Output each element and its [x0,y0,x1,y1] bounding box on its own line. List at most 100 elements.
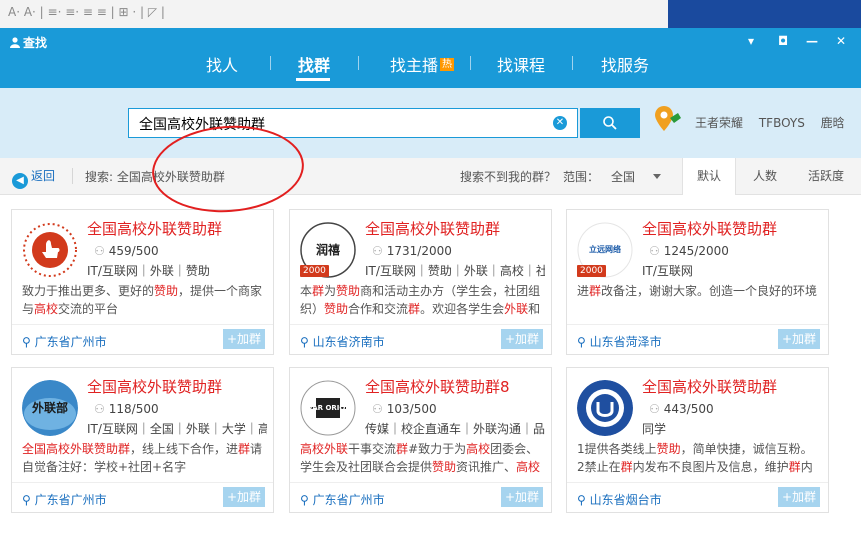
group-description: 进群改备注，谢谢大家。创造一个良好的环境 [577,282,822,318]
group-name[interactable]: 全国高校外联赞助群 [87,218,222,239]
member-count: ⚇ 459/500 [94,244,159,258]
member-count-value: 459/500 [108,244,159,258]
card-footer: ⚲ 山东省菏泽市 +加群 [567,324,828,355]
chevron-down-icon [653,174,662,179]
group-location[interactable]: ⚲ 山东省菏泽市 [577,333,662,350]
sort-tab-members[interactable]: 人数 [740,158,790,194]
location-pin-icon[interactable] [654,104,682,134]
range-select[interactable]: 全国 [611,168,662,185]
group-card[interactable]: WAR ORION 全国高校外联赞助群8 ⚇ 103/500 传媒｜校企直通车｜外… [289,367,552,513]
group-location-text: 山东省烟台市 [589,493,662,507]
group-name[interactable]: 全国高校外联赞助群 [365,218,500,239]
group-name[interactable]: 全国高校外联赞助群 [642,218,777,239]
group-location[interactable]: ⚲ 山东省济南市 [300,333,385,350]
nav-divider [270,56,271,70]
range-label: 范围： [563,170,600,184]
member-count-value: 103/500 [386,402,437,416]
keyword-highlight: 高校 [516,460,541,474]
group-name[interactable]: 全国高校外联赞助群 [642,376,777,397]
group-card[interactable]: 全国高校外联赞助群 ⚇ 459/500 IT/互联网｜外联｜赞助 致力于推出更多、… [11,209,274,355]
join-group-button[interactable]: +加群 [778,487,820,507]
members-icon: ⚇ [372,402,383,416]
location-icon: ⚲ [22,493,31,507]
group-location-text: 山东省菏泽市 [589,335,662,349]
hot-keyword-link[interactable]: 鹿晗 [821,116,845,130]
active-tab-indicator [296,78,330,81]
search-input[interactable]: 全国高校外联赞助群 [128,108,578,138]
clear-search-icon[interactable]: ✕ [553,116,567,130]
keyword-highlight: 外联 [324,442,349,456]
member-count: ⚇ 1731/2000 [372,244,452,258]
card-footer: ⚲ 广东省广州市 +加群 [12,482,273,513]
tab-find-streamers[interactable]: 找主播热 [390,52,455,76]
search-button[interactable] [580,108,640,138]
keyword-highlight: 群 [238,442,251,456]
group-location-text: 山东省济南市 [312,335,385,349]
keyword-highlight: 群 [788,460,801,474]
search-window: 查找 ▾ ◘ — ✕ 找人 找群 找主播热 找课程 找服务 全国高校外联赞助群 … [0,28,861,540]
card-footer: ⚲ 广东省广州市 +加群 [12,324,273,355]
group-avatar[interactable]: WAR ORION [300,380,356,436]
members-icon: ⚇ [94,402,105,416]
group-location[interactable]: ⚲ 广东省广州市 [22,491,107,508]
member-count-value: 1731/2000 [386,244,452,258]
group-tags: IT/互联网 [642,264,693,278]
hot-keyword-link[interactable]: TFBOYS [759,116,805,130]
description-text: 本 [300,284,313,298]
not-found-link[interactable]: 搜索不到我的群？ [460,168,556,185]
sort-tab-activity[interactable]: 活跃度 [796,158,856,194]
tab-find-services[interactable]: 找服务 [601,52,649,76]
nav-divider [358,56,359,70]
tab-find-people[interactable]: 找人 [206,52,238,76]
description-text: #致力于为 [408,442,467,456]
join-group-button[interactable]: +加群 [778,329,820,349]
keyword-highlight: 赞助 [432,460,457,474]
tab-find-groups[interactable]: 找群 [298,52,330,76]
group-avatar[interactable]: 外联部 [22,380,78,436]
group-card[interactable]: 立远网络 全国高校外联赞助群 ⚇ 1245/2000 IT/互联网 进群改备注，谢… [566,209,829,355]
group-description: 全国高校外联赞助群，线上线下合作，进群请自觉备注好：学校+社团+名字 [22,440,267,476]
keyword-highlight: 群 [312,284,325,298]
search-icon [603,116,617,130]
sort-tab-default[interactable]: 默认 [682,158,736,195]
group-location[interactable]: ⚲ 广东省广州市 [22,333,107,350]
background-app-toolbar: A· A· | ≡· ≡· ≡ ≡ | ⊞ · | ◸ | [0,0,861,28]
location-icon: ⚲ [577,335,586,349]
members-icon: ⚇ [649,402,660,416]
group-card[interactable]: 外联部 全国高校外联赞助群 ⚇ 118/500 IT/互联网｜全国｜外联｜大学｜高… [11,367,274,513]
join-group-button[interactable]: +加群 [223,487,265,507]
location-icon: ⚲ [577,493,586,507]
description-text: 。欢迎各学生会 [420,302,505,316]
group-tags: IT/互联网｜全国｜外联｜大学｜高... [87,422,267,436]
location-icon: ⚲ [300,335,309,349]
group-name[interactable]: 全国高校外联赞助群8 [365,376,510,397]
keyword-highlight: 高校 [34,302,59,316]
group-card[interactable]: 润禧 全国高校外联赞助群 ⚇ 1731/2000 IT/互联网｜赞助｜外联｜高校｜… [289,209,552,355]
group-avatar[interactable] [577,380,633,436]
group-card[interactable]: 全国高校外联赞助群 ⚇ 443/500 同学 1提供各类线上赞助，简单快捷，诚信互… [566,367,829,513]
group-location[interactable]: ⚲ 山东省烟台市 [577,491,662,508]
background-toolbar-panel [668,0,861,28]
group-size-badge: 2000 [577,265,606,277]
description-text: 改备注，谢谢大家。创造一个良好的环境 [601,284,818,298]
description-text: 交流的平台 [58,302,119,316]
join-group-button[interactable]: +加群 [501,329,543,349]
back-button[interactable]: ◀ 返回 [12,167,55,189]
group-location-text: 广东省广州市 [312,493,385,507]
members-icon: ⚇ [649,244,660,258]
keyword-highlight: 赞助 [324,302,349,316]
join-group-button[interactable]: +加群 [223,329,265,349]
keyword-highlight: 群 [589,284,602,298]
member-count: ⚇ 118/500 [94,402,159,416]
description-text: 进 [577,284,590,298]
join-group-button[interactable]: +加群 [501,487,543,507]
hot-keyword-link[interactable]: 王者荣耀 [695,116,743,130]
tab-find-courses[interactable]: 找课程 [497,52,545,76]
group-location[interactable]: ⚲ 广东省广州市 [300,491,385,508]
group-avatar[interactable] [22,222,78,278]
group-name[interactable]: 全国高校外联赞助群 [87,376,222,397]
description-text: ，线上线下合作，进 [130,442,239,456]
group-description: 高校外联干事交流群#致力于为高校团委会、学生会及社团联合会提供赞助资讯推广、高校… [300,440,545,476]
search-breadcrumb: 搜索: 全国高校外联赞助群 [85,170,225,184]
group-size-badge: 2000 [300,265,329,277]
